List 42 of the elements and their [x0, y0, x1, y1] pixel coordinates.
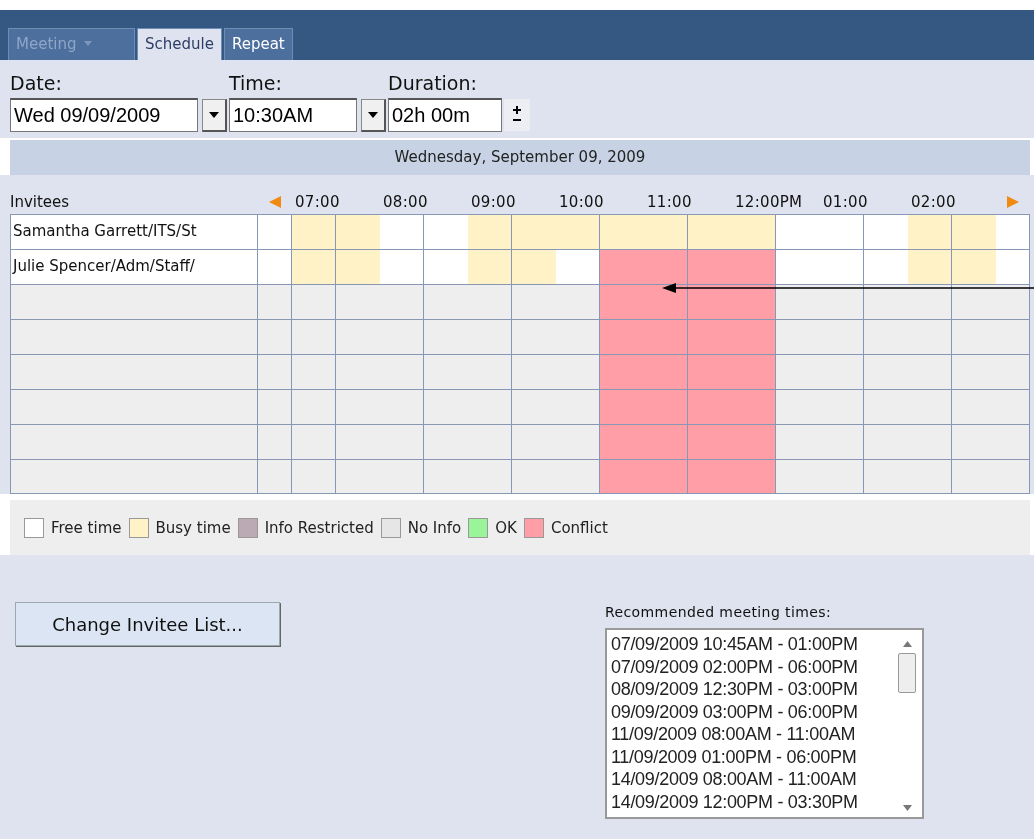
- legend-label: OK: [495, 518, 517, 537]
- hour-label: 09:00: [470, 192, 517, 211]
- list-item[interactable]: 11/09/2009 01:00PM - 06:00PM: [611, 745, 892, 768]
- input-field[interactable]: 10:30AM: [229, 98, 357, 132]
- hour-label: 08:00: [382, 192, 429, 211]
- recommended-label: Recommended meeting times:: [605, 604, 833, 620]
- input-field[interactable]: 02h 00m: [388, 98, 502, 132]
- hour-label: 12:00PM: [734, 192, 804, 211]
- hour-label: 11:00: [646, 192, 693, 211]
- input-field[interactable]: Wed 09/09/2009: [10, 98, 198, 132]
- scroll-thumb[interactable]: [898, 653, 916, 693]
- hour-label: 01:00: [822, 192, 869, 211]
- legend-label: Busy time: [155, 518, 231, 537]
- recommended-times-list[interactable]: [605, 628, 924, 819]
- legend-label: Free time: [51, 518, 122, 537]
- hour-label: 10:00: [558, 192, 605, 211]
- legend-label: No Info: [407, 518, 462, 537]
- list-item[interactable]: 14/09/2009 12:00PM - 03:30PM: [611, 790, 892, 813]
- change-invitee-list-button[interactable]: Change Invitee List...: [15, 602, 280, 646]
- column-heading: Invitees: [10, 192, 71, 211]
- field-label: Duration:: [388, 72, 478, 94]
- list-item[interactable]: 07/09/2009 10:45AM - 01:00PM: [611, 633, 892, 656]
- day-header: Wednesday, September 09, 2009: [10, 140, 1030, 175]
- scroll-down-icon[interactable]: [902, 805, 912, 811]
- invitee-name: Samantha Garrett/ITS/St: [10, 214, 258, 249]
- hour-label: 02:00: [910, 192, 957, 211]
- list-item[interactable]: 11/09/2009 08:00AM - 11:00AM: [611, 723, 892, 746]
- legend-label: Info Restricted: [264, 518, 374, 537]
- field-label: Date:: [10, 72, 63, 94]
- dropdown-button[interactable]: [202, 98, 227, 132]
- dropdown-button[interactable]: [361, 98, 386, 132]
- list-item[interactable]: 08/09/2009 12:30PM - 03:00PM: [611, 678, 892, 701]
- hour-label: 07:00: [294, 192, 341, 211]
- scroll-up-icon[interactable]: [902, 641, 912, 647]
- list-item[interactable]: 14/09/2009 08:00AM - 11:00AM: [611, 768, 892, 791]
- list-item[interactable]: 09/09/2009 03:00PM - 06:00PM: [611, 700, 892, 723]
- tab[interactable]: Schedule: [137, 28, 222, 60]
- list-item[interactable]: 07/09/2009 02:00PM - 06:00PM: [611, 655, 892, 678]
- field-label: Time:: [229, 72, 283, 94]
- legend-label: Conflict: [550, 518, 608, 537]
- invitee-name: Julie Spencer/Adm/Staff/: [10, 249, 258, 284]
- tab[interactable]: Repeat: [223, 28, 293, 60]
